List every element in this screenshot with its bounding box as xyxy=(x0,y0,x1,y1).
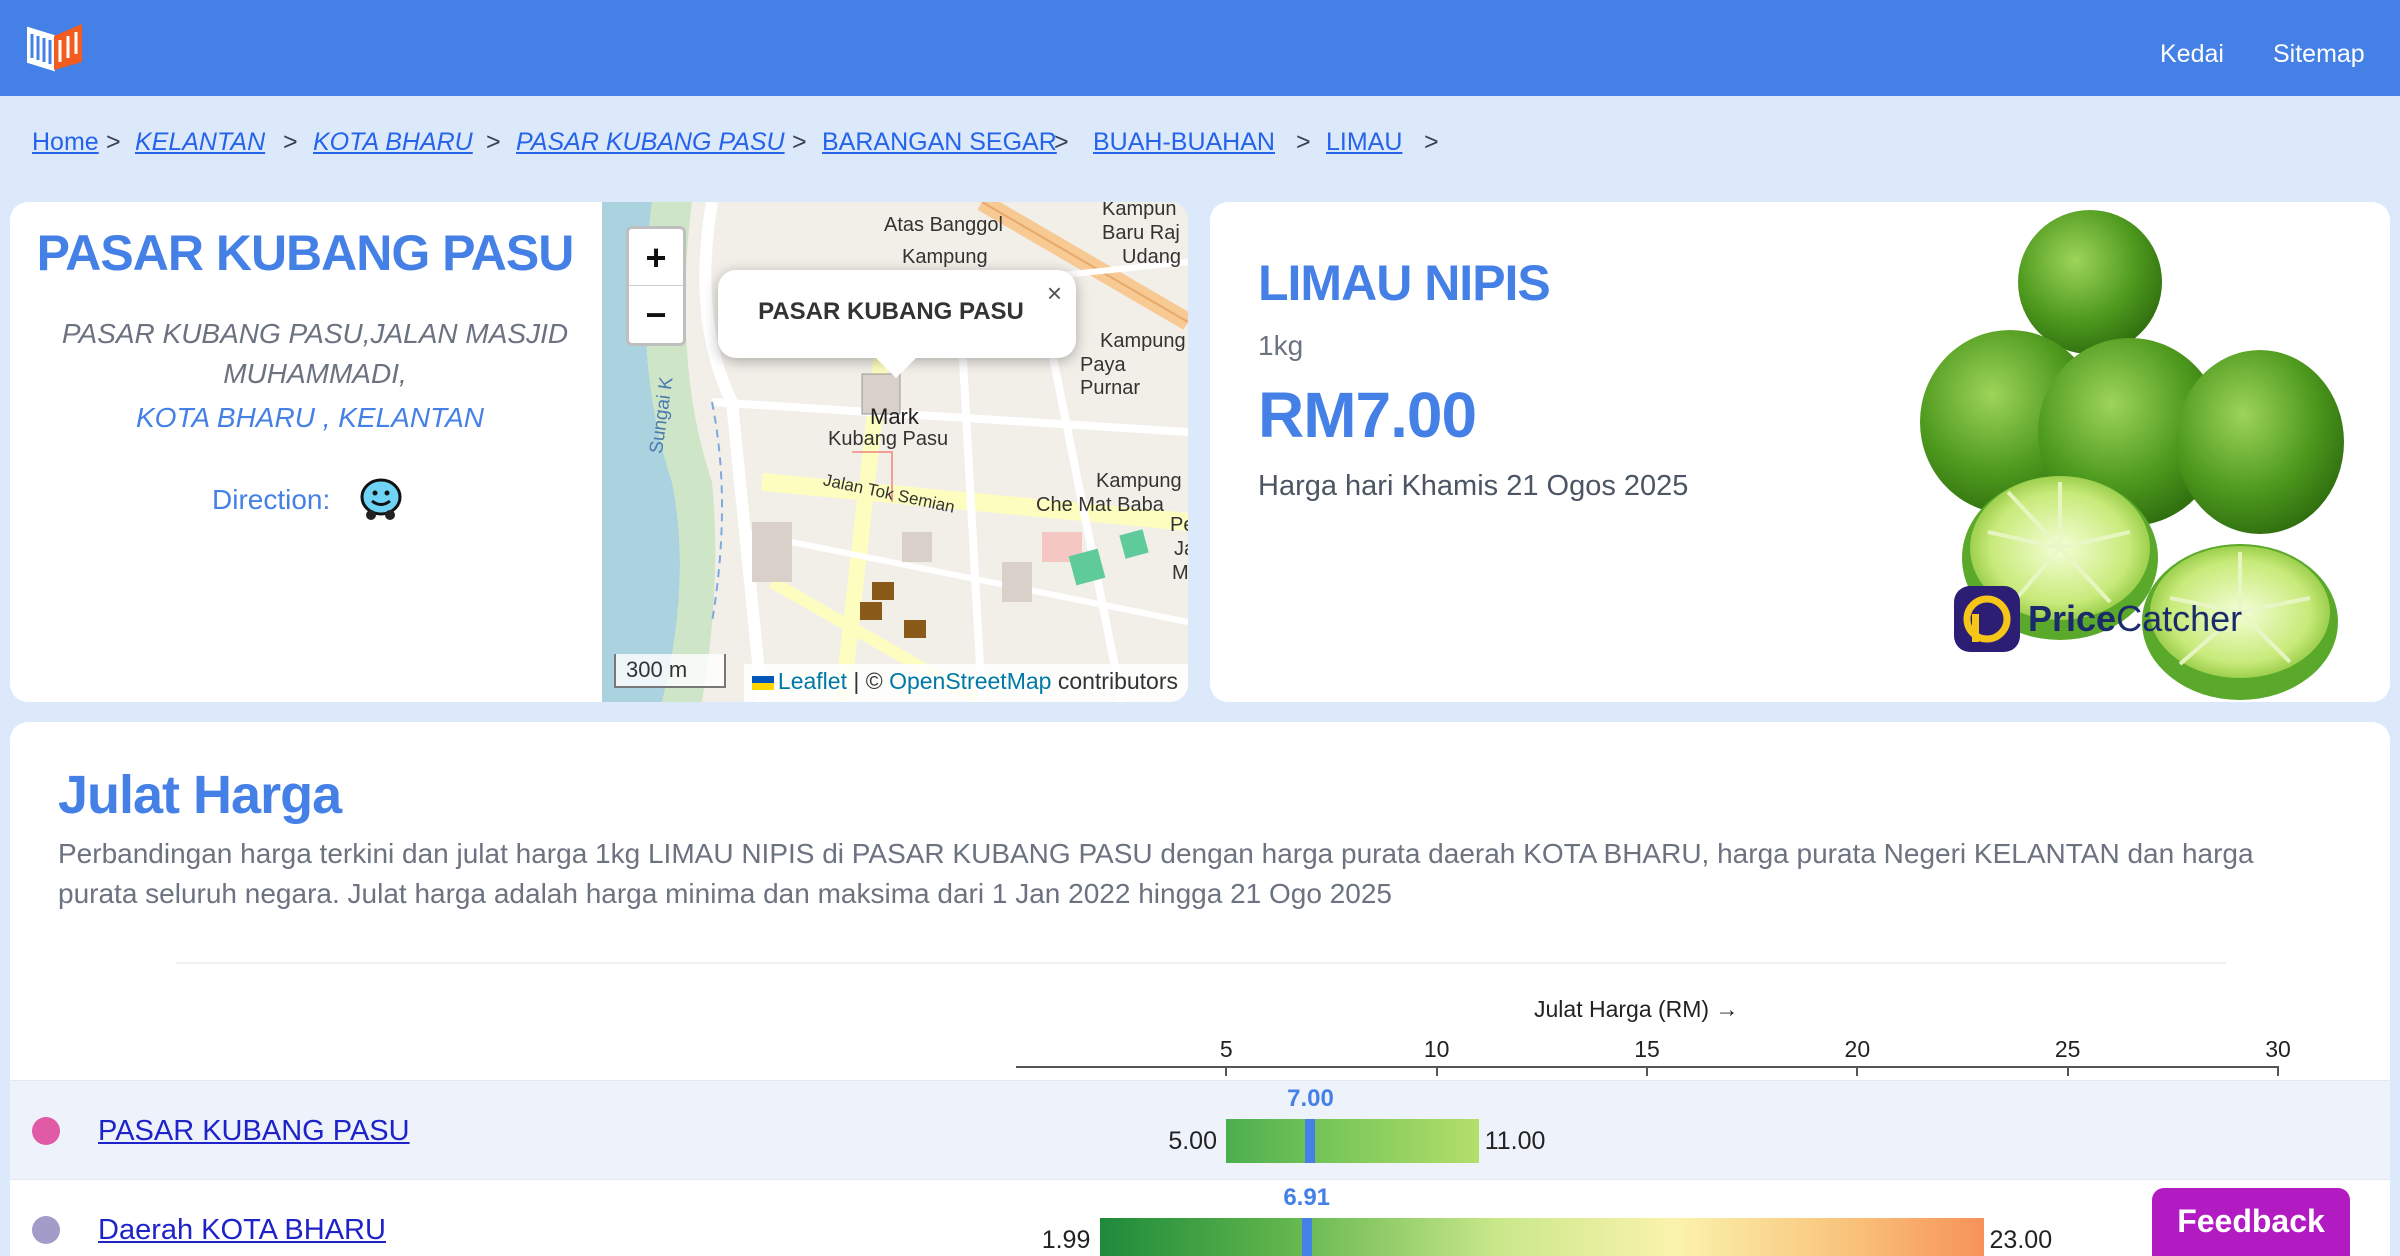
price-date: Harga hari Khamis 21 Ogos 2025 xyxy=(1258,470,1689,502)
axis-tick-label: 5 xyxy=(1219,1036,1233,1062)
market-address: PASAR KUBANG PASU,JALAN MASJID MUHAMMADI… xyxy=(61,318,569,389)
row-link-pasar-kubang-pasu[interactable]: PASAR KUBANG PASU xyxy=(98,1115,410,1148)
series-dot xyxy=(32,1117,60,1145)
row-link-daerah-kota-bharu[interactable]: Daerah KOTA BHARU xyxy=(98,1214,386,1247)
breadcrumb-separator: > xyxy=(1054,128,1069,156)
map-label: M xyxy=(1172,562,1188,584)
product-card: LIMAU NIPIS 1kg RM7.00 Harga hari Khamis… xyxy=(1210,202,2390,702)
current-price-label: 6.91 xyxy=(1283,1184,1331,1211)
table-row: PASAR KUBANG PASU 7.00 5.00 11.00 xyxy=(10,1080,2390,1180)
axis-tick xyxy=(1225,1066,1228,1076)
map-popup: PASAR KUBANG PASU × xyxy=(718,270,1076,378)
max-price-label: 23.00 xyxy=(1989,1226,2053,1254)
map-label: Kampung xyxy=(1100,330,1186,352)
map-popup-text: PASAR KUBANG PASU xyxy=(758,298,1024,325)
min-price-label: 1.99 xyxy=(1041,1226,1091,1254)
map-label: Atas Banggol xyxy=(884,214,1003,236)
map-zoom-control: + − xyxy=(626,226,686,346)
current-price-marker xyxy=(1301,1218,1312,1256)
map-label: Udang xyxy=(1122,246,1181,268)
price-range-title: Julat Harga xyxy=(58,765,342,825)
product-unit: 1kg xyxy=(1258,330,1304,361)
market-map[interactable]: Atas Banggol Kampung Kampun Baru Raj Uda… xyxy=(602,202,1188,702)
market-title: PASAR KUBANG PASU xyxy=(36,225,575,281)
leaflet-link[interactable]: Leaflet xyxy=(778,668,847,694)
brand-part-price: Price xyxy=(2028,598,2117,639)
breadcrumb-pasar-kubang-pasu[interactable]: PASAR KUBANG PASU xyxy=(516,128,785,157)
map-label: Kampung xyxy=(1096,470,1182,492)
map-label: Kubang Pasu xyxy=(828,428,949,450)
axis-tick-label: 20 xyxy=(1844,1036,1871,1062)
site-logo-icon[interactable] xyxy=(24,18,86,74)
map-label: Paya Purnar xyxy=(1080,354,1141,399)
osm-link[interactable]: OpenStreetMap xyxy=(889,668,1051,694)
waze-icon[interactable] xyxy=(356,474,406,524)
market-card: PASAR KUBANG PASU PASAR KUBANG PASU,JALA… xyxy=(10,202,1188,702)
map-label: Baru Raj xyxy=(1102,222,1180,244)
popup-tip xyxy=(874,356,918,378)
product-price: RM7.00 xyxy=(1258,379,1477,451)
map-label: Che Mat Baba xyxy=(1036,494,1164,516)
map-attribution: Leaflet | © OpenStreetMap contributors xyxy=(743,664,1188,702)
map-scale: 300 m xyxy=(614,654,726,688)
table-row: Daerah KOTA BHARU 6.91 1.99 23.00 xyxy=(10,1180,2390,1256)
current-price-marker xyxy=(1305,1119,1316,1163)
breadcrumb-separator: > xyxy=(792,128,807,156)
axis-tick xyxy=(1435,1066,1438,1076)
ukraine-flag-icon xyxy=(751,676,774,690)
axis-tick-label: 25 xyxy=(2054,1036,2081,1062)
market-location: KOTA BHARU , KELANTAN xyxy=(136,402,484,433)
series-dot xyxy=(32,1216,60,1244)
zoom-in-button[interactable]: + xyxy=(629,229,683,286)
attribution-contributors: contributors xyxy=(1051,668,1178,694)
pricecatcher-logo-icon xyxy=(1954,586,2020,652)
feedback-button[interactable]: Feedback xyxy=(2152,1188,2350,1256)
breadcrumb-separator: > xyxy=(486,128,501,156)
nav-kedai-link[interactable]: Kedai xyxy=(2160,40,2224,69)
breadcrumb-separator: > xyxy=(1424,128,1439,156)
brand-part-catcher: Catcher xyxy=(2116,598,2243,639)
axis-tick xyxy=(2066,1066,2069,1076)
direction-label: Direction: xyxy=(212,484,331,515)
map-label: Mark xyxy=(870,404,919,429)
nav-sitemap-link[interactable]: Sitemap xyxy=(2273,40,2365,69)
min-price-label: 5.00 xyxy=(1168,1127,1217,1155)
axis-tick xyxy=(1856,1066,1859,1076)
map-label: Persir xyxy=(1170,514,1188,536)
breadcrumb-limau[interactable]: LIMAU xyxy=(1326,128,1402,157)
axis-tick xyxy=(1646,1066,1648,1076)
price-range-bar xyxy=(1099,1218,1984,1256)
breadcrumb-barangan-segar[interactable]: BARANGAN SEGAR xyxy=(822,128,1057,157)
axis-title: Julat Harga (RM) → xyxy=(1534,996,1739,1022)
product-name: LIMAU NIPIS xyxy=(1258,255,1551,311)
map-label: Ja xyxy=(1174,538,1188,560)
axis-tick-label: 15 xyxy=(1634,1036,1660,1062)
axis-tick xyxy=(2277,1066,2279,1076)
breadcrumb-separator: > xyxy=(1296,128,1311,156)
divider xyxy=(176,962,2226,964)
price-range-bar xyxy=(1226,1119,1479,1163)
current-price-label: 7.00 xyxy=(1287,1085,1334,1112)
map-label: Kampun xyxy=(1102,202,1177,220)
top-navbar: Kedai Sitemap xyxy=(0,0,2400,96)
breadcrumb-buah-buahan[interactable]: BUAH-BUAHAN xyxy=(1093,128,1275,157)
axis-tick-label: 30 xyxy=(2265,1036,2291,1062)
breadcrumb-kota-bharu[interactable]: KOTA BHARU xyxy=(313,128,473,157)
price-range-description: Perbandingan harga terkini dan julat har… xyxy=(58,838,2254,909)
popup-close-icon[interactable]: × xyxy=(1047,278,1062,309)
breadcrumb-home[interactable]: Home xyxy=(32,128,99,157)
price-range-card: Julat Harga Perbandingan harga terkini d… xyxy=(10,722,2390,1256)
max-price-label: 11.00 xyxy=(1484,1127,1546,1155)
attribution-separator: | © xyxy=(846,668,890,694)
map-label: Kampung xyxy=(902,246,988,268)
breadcrumb-separator: > xyxy=(106,128,121,156)
zoom-out-button[interactable]: − xyxy=(629,286,683,343)
breadcrumb-separator: > xyxy=(283,128,298,156)
pricecatcher-brand: PriceCatcher xyxy=(2028,598,2242,640)
axis-tick-label: 10 xyxy=(1423,1036,1450,1062)
breadcrumb-kelantan[interactable]: KELANTAN xyxy=(135,128,265,157)
